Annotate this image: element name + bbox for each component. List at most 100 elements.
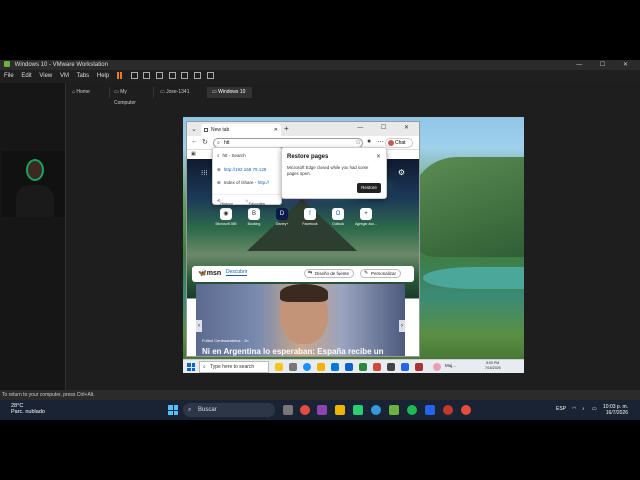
- favorites-star-icon[interactable]: ☆: [355, 138, 361, 146]
- back-icon[interactable]: ←: [191, 138, 198, 145]
- task-view-icon[interactable]: [283, 405, 293, 415]
- discover-tab[interactable]: Descubrir: [226, 269, 248, 276]
- edge-icon[interactable]: [371, 405, 381, 415]
- globe-icon: ⊕: [217, 167, 221, 172]
- menu-help[interactable]: Help: [97, 73, 109, 79]
- widget-icon[interactable]: [275, 363, 283, 371]
- tab-my-computer[interactable]: ▭ My Computer: [110, 87, 154, 106]
- windows-start-icon[interactable]: [168, 405, 178, 415]
- news-card[interactable]: ‹ › Fútbol Centroamérica · 1h Ni en Arge…: [196, 284, 405, 356]
- windows-start-icon[interactable]: [187, 363, 195, 371]
- fullscreen-icon[interactable]: [181, 71, 189, 79]
- volume-icon[interactable]: ♪: [582, 406, 585, 412]
- more-icon[interactable]: ⋯: [377, 138, 384, 146]
- host-clock[interactable]: 10:03 p. m. 16/7/2026: [603, 404, 628, 416]
- msn-logo[interactable]: 🦋msn: [198, 269, 221, 277]
- weather-icon[interactable]: [433, 363, 441, 371]
- edge-tab-newtab[interactable]: New tab ✕: [201, 124, 281, 136]
- tab-actions-icon[interactable]: ⌄: [191, 125, 197, 133]
- quicklink-disney[interactable]: D Disney+: [269, 208, 295, 226]
- battery-icon[interactable]: ▭: [592, 406, 597, 412]
- menu-tabs[interactable]: Tabs: [77, 73, 90, 79]
- disney-icon: D: [276, 208, 288, 220]
- carousel-prev-icon[interactable]: ‹: [196, 320, 202, 332]
- host-search-box[interactable]: ⌕ Buscar: [183, 403, 275, 417]
- suggestion-search[interactable]: ⌕ htt - Search: [217, 153, 246, 158]
- unity-icon[interactable]: [193, 71, 201, 79]
- task-view-icon[interactable]: [289, 363, 297, 371]
- apps-grid-icon[interactable]: ⁝⁝⁝: [201, 169, 208, 177]
- app-icon[interactable]: [317, 405, 327, 415]
- carousel-next-icon[interactable]: ›: [399, 320, 405, 332]
- chrome-icon[interactable]: [300, 405, 310, 415]
- library-icon[interactable]: [168, 71, 176, 79]
- edge-icon[interactable]: [303, 363, 311, 371]
- app-icon[interactable]: [415, 363, 423, 371]
- suggestion-index[interactable]: ⊕ Index of /share - http://: [217, 180, 269, 186]
- gear-icon[interactable]: ⚙: [398, 168, 405, 177]
- app-icon[interactable]: [387, 363, 395, 371]
- window-controls[interactable]: — ☐ ✕: [576, 60, 636, 70]
- app-icon[interactable]: [461, 405, 471, 415]
- quicklink-outlook[interactable]: O Outlook: [325, 208, 351, 226]
- feed-layout-button[interactable]: ⇆ Diseño de fuente: [304, 269, 355, 278]
- mail-icon[interactable]: [345, 363, 353, 371]
- news-headline[interactable]: Ni en Argentina lo esperaban: España rec…: [202, 347, 384, 356]
- file-explorer-icon[interactable]: [317, 363, 325, 371]
- suggestion-url[interactable]: ⊕ http://192.168.79.128: [217, 167, 266, 173]
- new-tab-button[interactable]: +: [284, 124, 289, 133]
- quicklink-booking[interactable]: B Booking: [241, 208, 267, 226]
- menu-file[interactable]: File: [4, 73, 14, 79]
- pause-icon[interactable]: [116, 71, 123, 79]
- store-icon[interactable]: [331, 363, 339, 371]
- guest-search-box[interactable]: ⌕ Type here to search: [199, 361, 269, 373]
- vmware-icon[interactable]: [389, 405, 399, 415]
- console-icon[interactable]: [206, 71, 214, 79]
- app-icon[interactable]: [401, 363, 409, 371]
- quicklink-add[interactable]: + Agregar acc...: [353, 208, 379, 226]
- tab-windows-10[interactable]: ▭ Windows 10: [208, 87, 252, 98]
- restore-message: Microsoft Edge closed while you had some…: [287, 165, 369, 176]
- weather-widget[interactable]: 28°C Parc. nublado: [11, 403, 45, 415]
- globe-icon: ⊕: [217, 180, 221, 185]
- edge-window-controls[interactable]: — ☐ ✕: [357, 124, 417, 131]
- add-icon: +: [360, 208, 372, 220]
- split-screen-icon[interactable]: ▣: [191, 151, 196, 157]
- office-icon[interactable]: [373, 363, 381, 371]
- language-indicator[interactable]: ESP: [556, 406, 566, 412]
- app-icon[interactable]: [425, 405, 435, 415]
- close-tab-icon[interactable]: ✕: [274, 124, 278, 136]
- manage-snapshots-icon[interactable]: [155, 71, 163, 79]
- close-icon[interactable]: ✕: [376, 153, 381, 160]
- menu-view[interactable]: View: [39, 73, 52, 79]
- restore-pages-popup: Restore pages ✕ Microsoft Edge closed wh…: [281, 147, 387, 199]
- app-icon[interactable]: [359, 363, 367, 371]
- personalize-button[interactable]: ✎ Personalizar: [360, 269, 402, 278]
- revert-icon[interactable]: [143, 71, 151, 79]
- host-taskbar: 28°C Parc. nublado ⌕ Buscar ESP ◠ ♪ ▭ 10…: [0, 400, 640, 420]
- search-icon: ⌕: [217, 153, 220, 158]
- spotify-icon[interactable]: [407, 405, 417, 415]
- quicklink-facebook[interactable]: f Facebook: [297, 208, 323, 226]
- outlook-icon: O: [332, 208, 344, 220]
- snapshot-icon[interactable]: [130, 71, 138, 79]
- app-icon[interactable]: [353, 405, 363, 415]
- wifi-icon[interactable]: ◠: [572, 406, 576, 412]
- menu-edit[interactable]: Edit: [21, 73, 31, 79]
- tab-jose[interactable]: ▭ Jose-1341: [156, 87, 208, 98]
- app-icon[interactable]: [443, 405, 453, 415]
- menu-vm[interactable]: VM: [60, 73, 69, 79]
- copilot-chat-button[interactable]: Chat: [385, 138, 413, 148]
- file-explorer-icon[interactable]: [335, 405, 345, 415]
- vmware-title-bar: Windows 10 - VMware Workstation — ☐ ✕: [0, 60, 640, 70]
- favorites-button[interactable]: ☆ Favorites: [245, 198, 265, 206]
- history-button[interactable]: ⟲ History: [217, 198, 233, 206]
- quicklink-microsoft365[interactable]: ◉ Microsoft 365: [213, 208, 239, 226]
- letterbox-top: [0, 0, 640, 60]
- tray-label[interactable]: Muj...: [445, 363, 456, 368]
- guest-clock[interactable]: 5:00 PM 7/16/2026: [485, 361, 501, 371]
- account-icon[interactable]: ●: [367, 138, 371, 145]
- restore-button[interactable]: Restore: [357, 183, 381, 193]
- refresh-icon[interactable]: ↻: [202, 138, 208, 146]
- tab-home[interactable]: ⌂ Home: [68, 87, 110, 98]
